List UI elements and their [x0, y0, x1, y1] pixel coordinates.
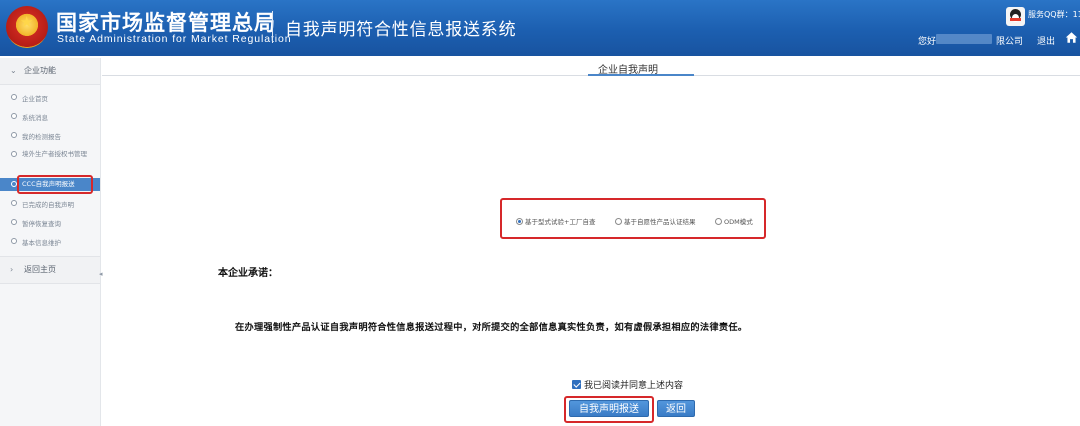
- sidebar-item-test-reports[interactable]: 我的检测报告: [0, 131, 100, 141]
- sidebar-item-overseas-authorization[interactable]: 境外生产者授权书管理: [0, 150, 100, 170]
- top-header: ★ 国家市场监督管理总局 State Administration for Ma…: [0, 0, 1080, 56]
- user-greeting: 您好: [918, 37, 937, 47]
- chevron-down-icon: ⌄: [10, 66, 17, 75]
- bullet-icon: [11, 219, 17, 225]
- radio-type-test[interactable]: 基于型式试验+工厂自查: [516, 216, 595, 226]
- user-company: 限公司: [996, 37, 1024, 47]
- star-icon: ★: [20, 13, 34, 31]
- promise-heading: 本企业承诺：: [218, 268, 278, 279]
- sidebar-item-home[interactable]: 企业首页: [0, 93, 100, 103]
- org-name-en: State Administration for Market Regulati…: [57, 33, 292, 45]
- radio-button[interactable]: [615, 217, 622, 225]
- bullet-icon: [11, 151, 17, 157]
- bullet-icon: [11, 200, 17, 206]
- radio-button[interactable]: [516, 217, 523, 225]
- radio-button[interactable]: [715, 217, 722, 225]
- sidebar-item-suspend-query[interactable]: 暂停恢复查询: [0, 218, 100, 228]
- back-button[interactable]: 返回: [657, 400, 695, 417]
- sidebar-back-home[interactable]: › 返回主页: [0, 256, 100, 284]
- agree-checkbox[interactable]: 我已阅读并同意上述内容: [572, 378, 683, 391]
- active-tab-indicator: [588, 74, 694, 76]
- redacted-username: [936, 34, 992, 44]
- bullet-icon: [11, 181, 17, 187]
- system-title: 自我声明符合性信息报送系统: [285, 20, 517, 40]
- sidebar-item-ccc-declaration[interactable]: CCC自我声明报送: [0, 178, 100, 191]
- sidebar-item-basic-info[interactable]: 基本信息维护: [0, 237, 100, 247]
- bullet-icon: [11, 94, 17, 100]
- sidebar-item-messages[interactable]: 系统消息: [0, 112, 100, 122]
- qq-penguin-icon[interactable]: [1006, 7, 1025, 26]
- bullet-icon: [11, 113, 17, 119]
- header-divider: [272, 11, 273, 43]
- qq-group-text: 服务QQ群：11: [1028, 10, 1080, 19]
- sidebar-section-header[interactable]: ⌄ 企业功能: [0, 58, 100, 85]
- radio-odm[interactable]: ODM模式: [715, 216, 753, 226]
- sidebar-item-completed[interactable]: 已完成的自我声明: [0, 199, 100, 209]
- declaration-mode-radio-group: 基于型式试验+工厂自查 基于自愿性产品认证结果 ODM模式: [510, 212, 762, 230]
- sidebar: ⌄ 企业功能 企业首页 系统消息 我的检测报告 境外生产者授权书管理 CCC自我…: [0, 58, 101, 426]
- chevron-right-icon: ›: [10, 265, 14, 274]
- checkbox-checked-icon[interactable]: [572, 380, 581, 389]
- national-emblem-logo: ★: [6, 6, 48, 48]
- sidebar-section-label: 企业功能: [24, 66, 56, 75]
- home-icon[interactable]: [1065, 31, 1078, 44]
- main-content: 企业自我声明 基于型式试验+工厂自查 基于自愿性产品认证结果 ODM模式 本企业…: [102, 58, 1080, 426]
- logout-link[interactable]: 退出: [1037, 34, 1055, 47]
- submit-declaration-button[interactable]: 自我声明报送: [569, 400, 649, 417]
- promise-text: 在办理强制性产品认证自我声明符合性信息报送过程中，对所提交的全部信息真实性负责，…: [235, 322, 748, 333]
- radio-voluntary-cert[interactable]: 基于自愿性产品认证结果: [615, 216, 696, 226]
- bullet-icon: [11, 238, 17, 244]
- bullet-icon: [11, 132, 17, 138]
